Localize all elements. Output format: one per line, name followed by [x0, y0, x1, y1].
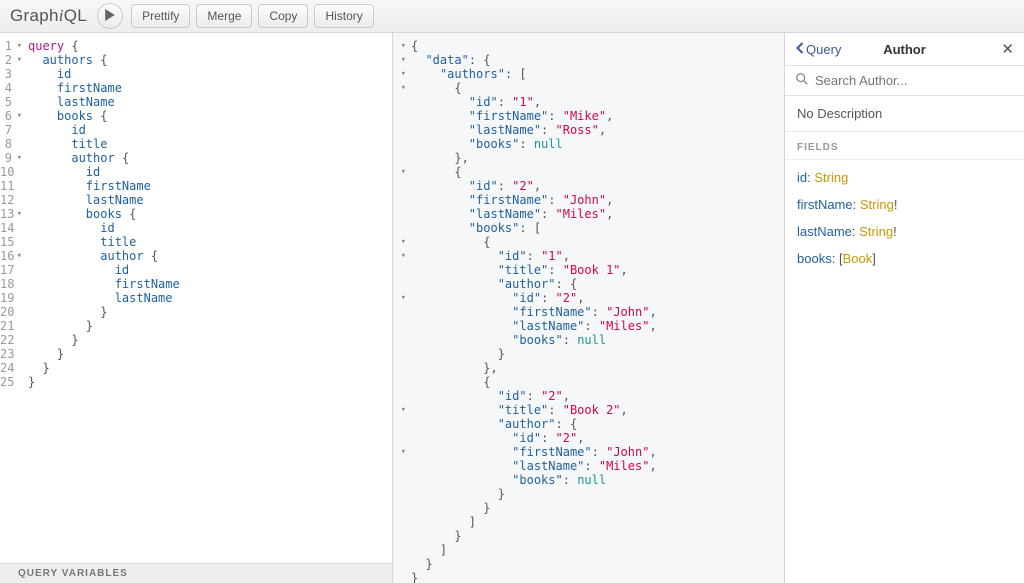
app-logo: GraphiQL	[10, 6, 87, 26]
history-button[interactable]: History	[314, 4, 373, 28]
docs-field-books[interactable]: books: [Book]	[797, 245, 1012, 272]
docs-pane: Query Author ✕ No Description FIELDS id:…	[784, 33, 1024, 583]
docs-search	[785, 66, 1024, 96]
query-editor-pane: 1234567891011121314151617181920212223242…	[0, 33, 393, 583]
docs-close-button[interactable]: ✕	[1001, 42, 1014, 57]
docs-back-button[interactable]: Query	[795, 42, 841, 57]
toolbar: GraphiQL Prettify Merge Copy History	[0, 0, 1024, 33]
query-variables-header[interactable]: QUERY VARIABLES	[0, 563, 392, 583]
docs-search-input[interactable]	[815, 73, 1014, 88]
prettify-button[interactable]: Prettify	[131, 4, 190, 28]
docs-fields-header: FIELDS	[785, 132, 1024, 160]
result-pane[interactable]: ▾▾▾▾▾▾▾▾▾▾ { "data": { "authors": [ { "i…	[393, 33, 784, 583]
docs-description: No Description	[785, 96, 1024, 132]
docs-field-lastName[interactable]: lastName: String!	[797, 218, 1012, 245]
play-icon	[104, 9, 116, 24]
chevron-left-icon	[795, 42, 804, 57]
copy-button[interactable]: Copy	[258, 4, 308, 28]
query-editor[interactable]: 1234567891011121314151617181920212223242…	[0, 33, 392, 563]
merge-button[interactable]: Merge	[196, 4, 252, 28]
docs-back-label: Query	[806, 42, 841, 57]
docs-field-firstName[interactable]: firstName: String!	[797, 191, 1012, 218]
execute-button[interactable]	[97, 3, 123, 29]
close-icon: ✕	[1001, 41, 1014, 58]
docs-field-id[interactable]: id: String	[797, 164, 1012, 191]
search-icon	[795, 72, 809, 89]
